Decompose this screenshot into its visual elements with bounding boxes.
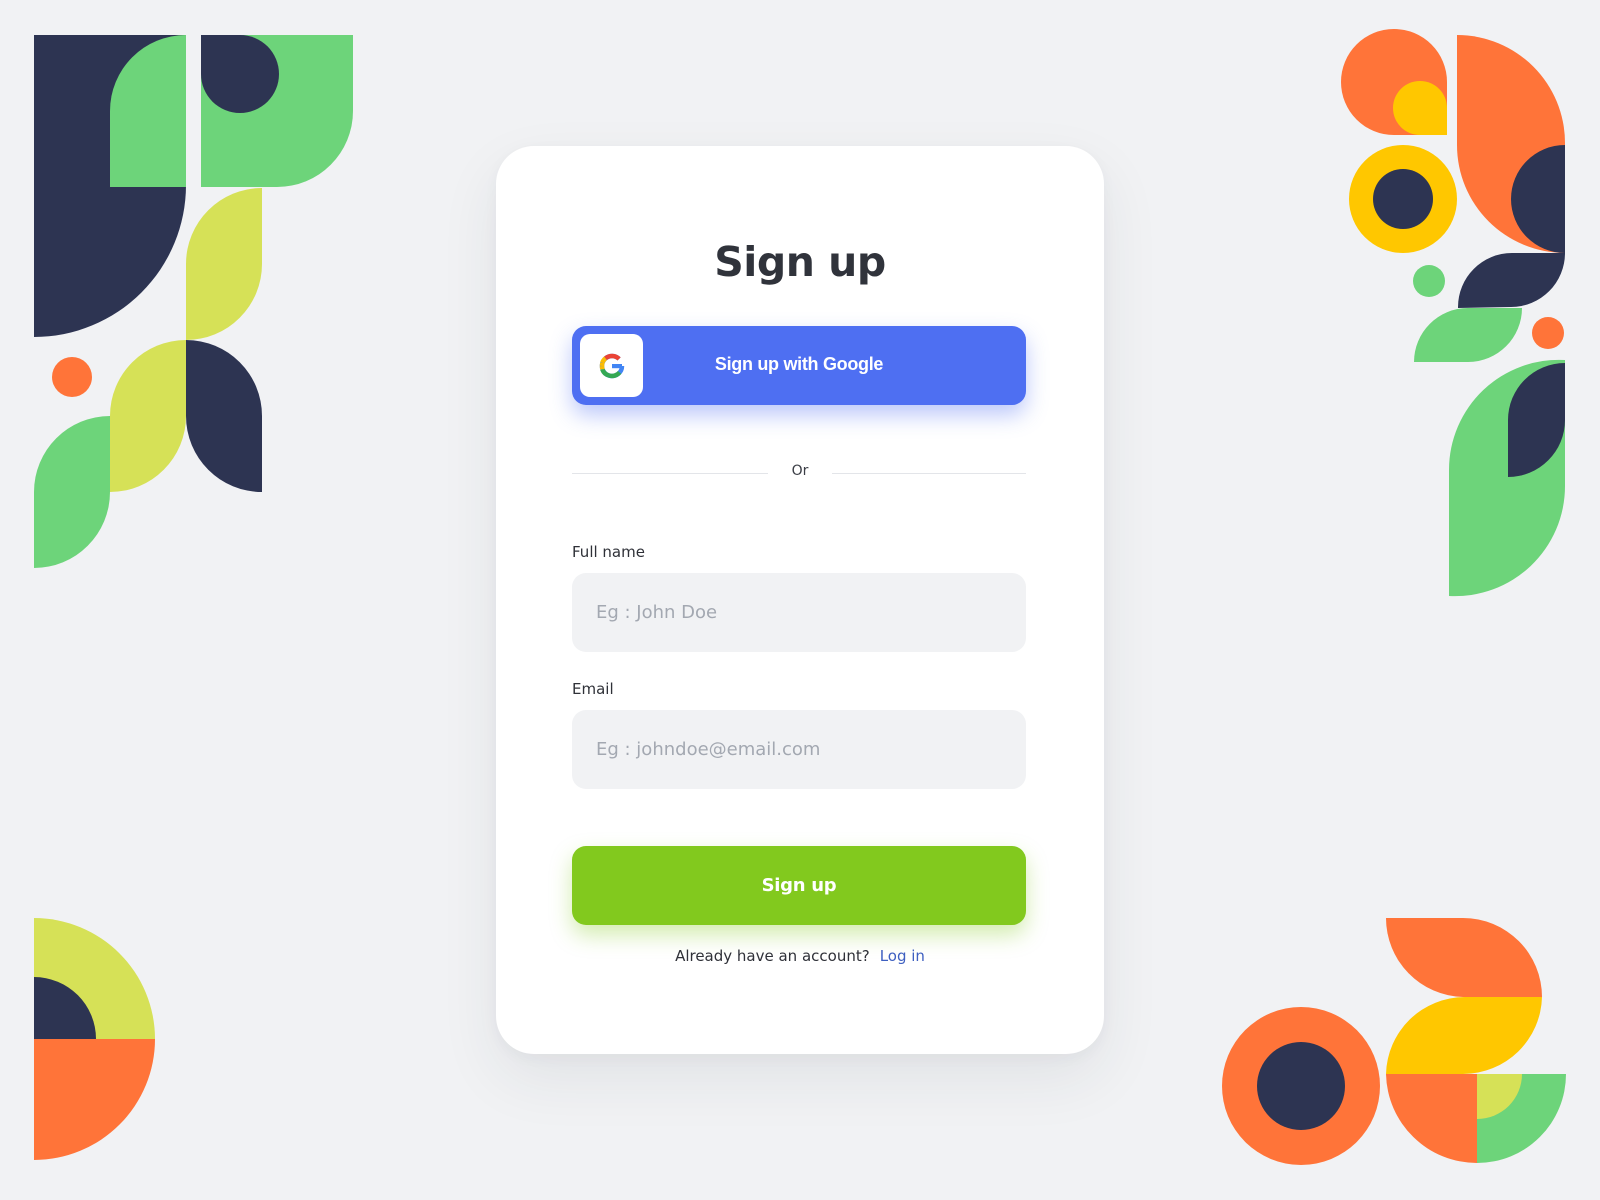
email-label: Email xyxy=(572,680,614,698)
decoration-bottom-right xyxy=(1222,918,1566,1165)
page-title: Sign up xyxy=(714,238,886,286)
divider-text: Or xyxy=(791,463,809,479)
google-signup-label: Sign up with Google xyxy=(714,354,884,374)
full-name-input[interactable] xyxy=(572,573,1026,652)
email-input[interactable] xyxy=(572,710,1026,789)
decoration-top-right xyxy=(1341,29,1566,597)
decoration-top-left xyxy=(34,35,353,568)
decoration-bottom-left xyxy=(34,918,155,1160)
divider-line-right xyxy=(832,473,1026,474)
login-prompt: Already have an account? Log in xyxy=(496,947,1104,965)
signup-card: Sign up Sign up with Google Or Full name… xyxy=(496,146,1104,1054)
full-name-label: Full name xyxy=(572,543,645,561)
google-signup-button[interactable]: Sign up with Google xyxy=(572,326,1026,405)
login-prompt-text: Already have an account? xyxy=(675,947,870,965)
signup-button[interactable]: Sign up xyxy=(572,846,1026,925)
login-link[interactable]: Log in xyxy=(880,947,925,965)
